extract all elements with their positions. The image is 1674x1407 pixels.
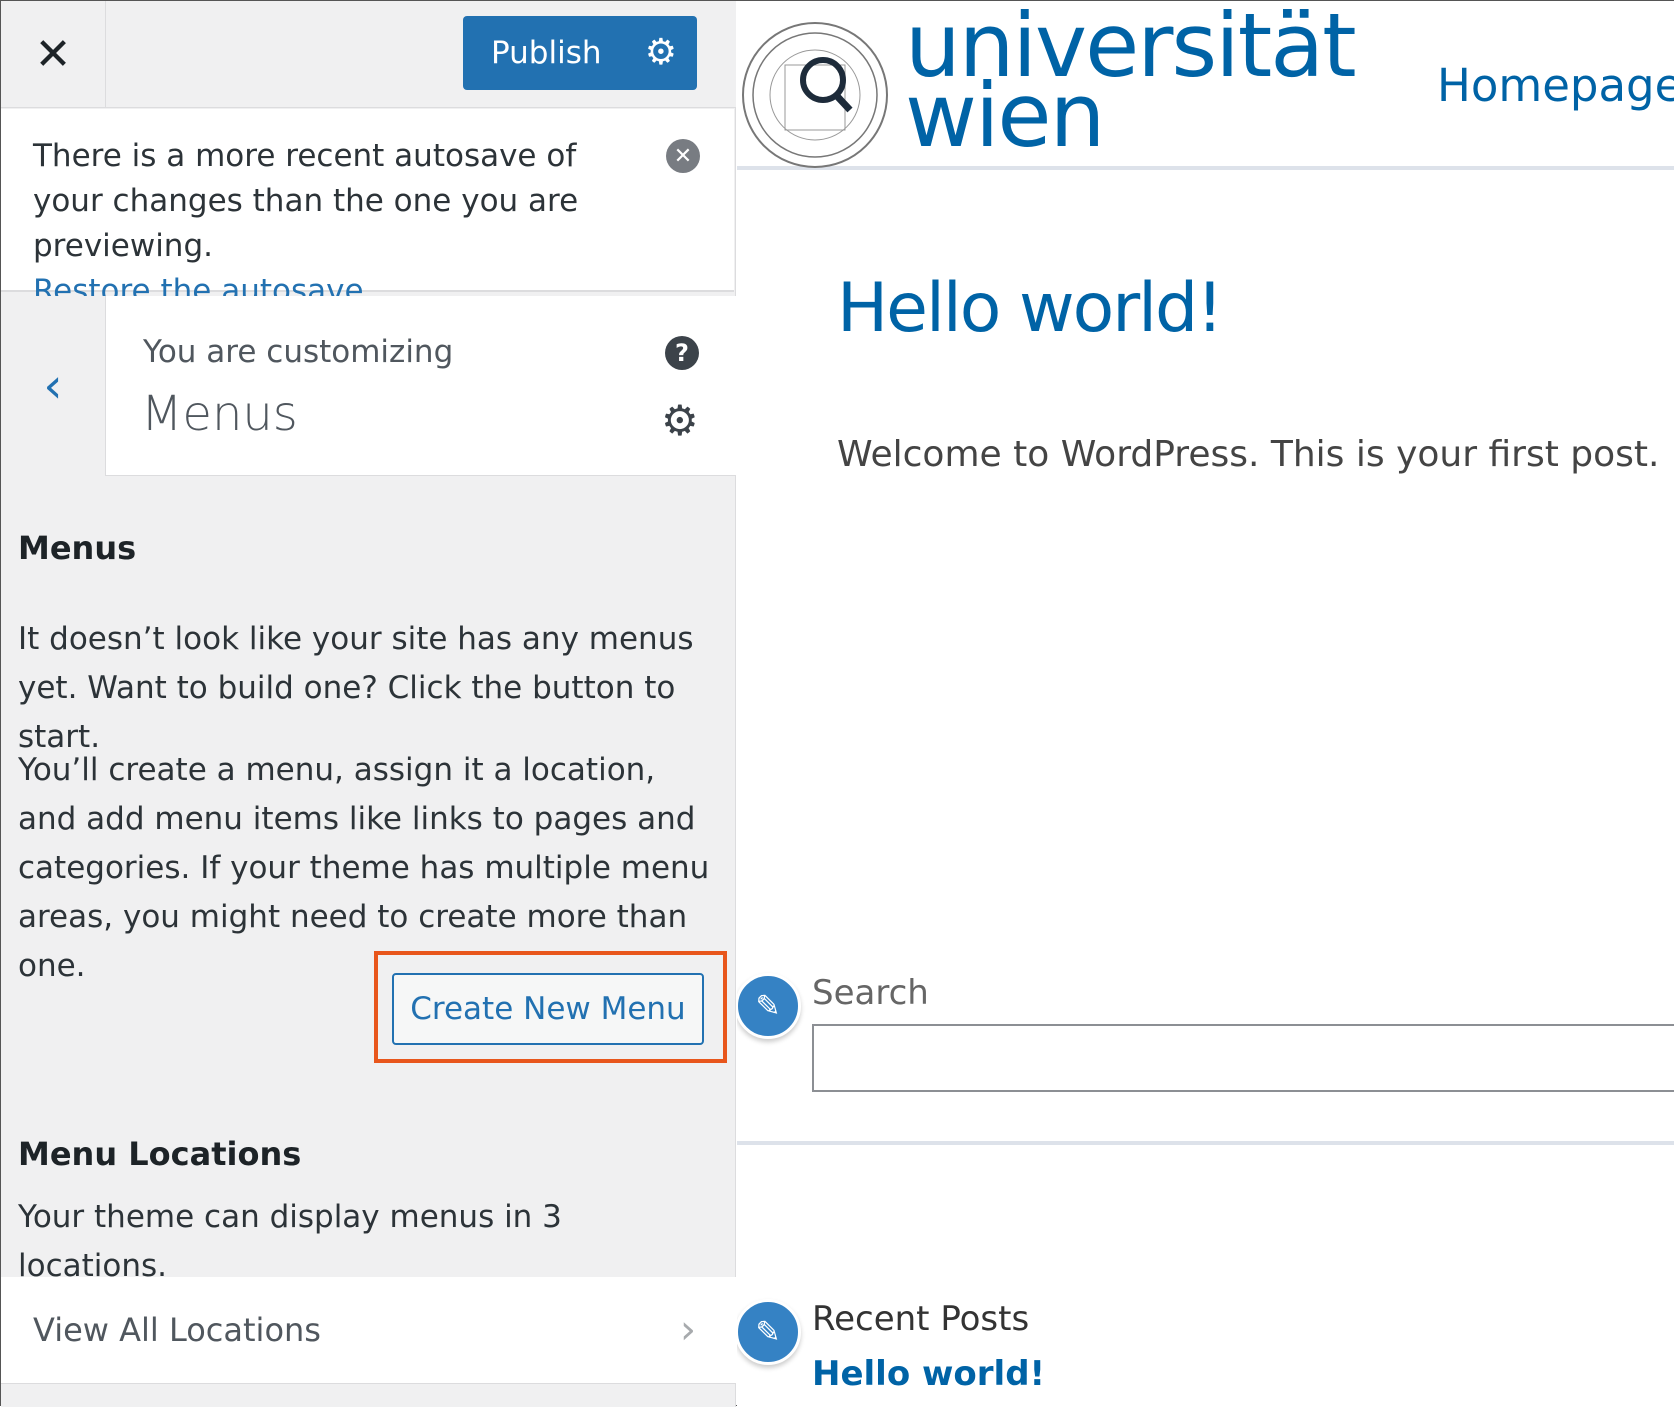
customizer-header: ✕ Publish ⚙ (1, 1, 736, 108)
post-excerpt: Welcome to WordPress. This is your first… (837, 434, 1674, 475)
recent-posts-heading: Recent Posts (812, 1299, 1030, 1339)
customizer-sidebar: ✕ Publish ⚙ There is a more recent autos… (1, 1, 736, 1407)
gear-icon[interactable]: ⚙ (645, 32, 677, 73)
search-label: Search (812, 973, 929, 1013)
customizing-section: ‹ You are customizing Menus ? ⚙ (1, 296, 736, 476)
publish-button[interactable]: Publish ⚙ (463, 16, 697, 90)
create-new-menu-button[interactable]: Create New Menu (392, 973, 704, 1045)
university-seal-logo[interactable] (740, 20, 890, 170)
chevron-right-icon: › (680, 1307, 696, 1353)
edit-widget-pencil-icon[interactable]: ✎ (737, 1299, 801, 1365)
edit-widget-pencil-icon[interactable]: ✎ (737, 973, 801, 1039)
dismiss-icon[interactable]: ✕ (666, 139, 700, 173)
search-input[interactable] (812, 1024, 1674, 1092)
menus-heading: Menus (18, 529, 137, 567)
customizing-label: You are customizing (143, 334, 454, 370)
site-preview: universität wien Homepage Hello world! W… (737, 1, 1674, 1407)
post-title[interactable]: Hello world! (837, 269, 1223, 348)
site-header: universität wien Homepage (737, 1, 1674, 170)
help-icon[interactable]: ? (665, 336, 699, 370)
customizing-title: Menus (141, 386, 298, 442)
menus-intro: It doesn’t look like your site has any m… (18, 621, 694, 755)
menu-locations-heading: Menu Locations (18, 1135, 302, 1173)
view-all-locations-button[interactable]: View All Locations › (1, 1277, 736, 1384)
autosave-notice: There is a more recent autosave of your … (1, 109, 734, 309)
section-divider (737, 1141, 1674, 1145)
close-icon[interactable]: ✕ (1, 1, 106, 108)
nav-homepage-link[interactable]: Homepage (1437, 59, 1674, 112)
recent-post-link[interactable]: Hello world! (812, 1354, 1045, 1394)
gear-icon[interactable]: ⚙ (661, 396, 699, 445)
publish-label: Publish (491, 35, 602, 71)
view-all-locations-label: View All Locations (33, 1311, 321, 1349)
back-chevron-icon[interactable]: ‹ (1, 296, 106, 476)
autosave-notice-text: There is a more recent autosave of your … (33, 138, 579, 264)
logo-text: universität wien (905, 2, 1357, 160)
